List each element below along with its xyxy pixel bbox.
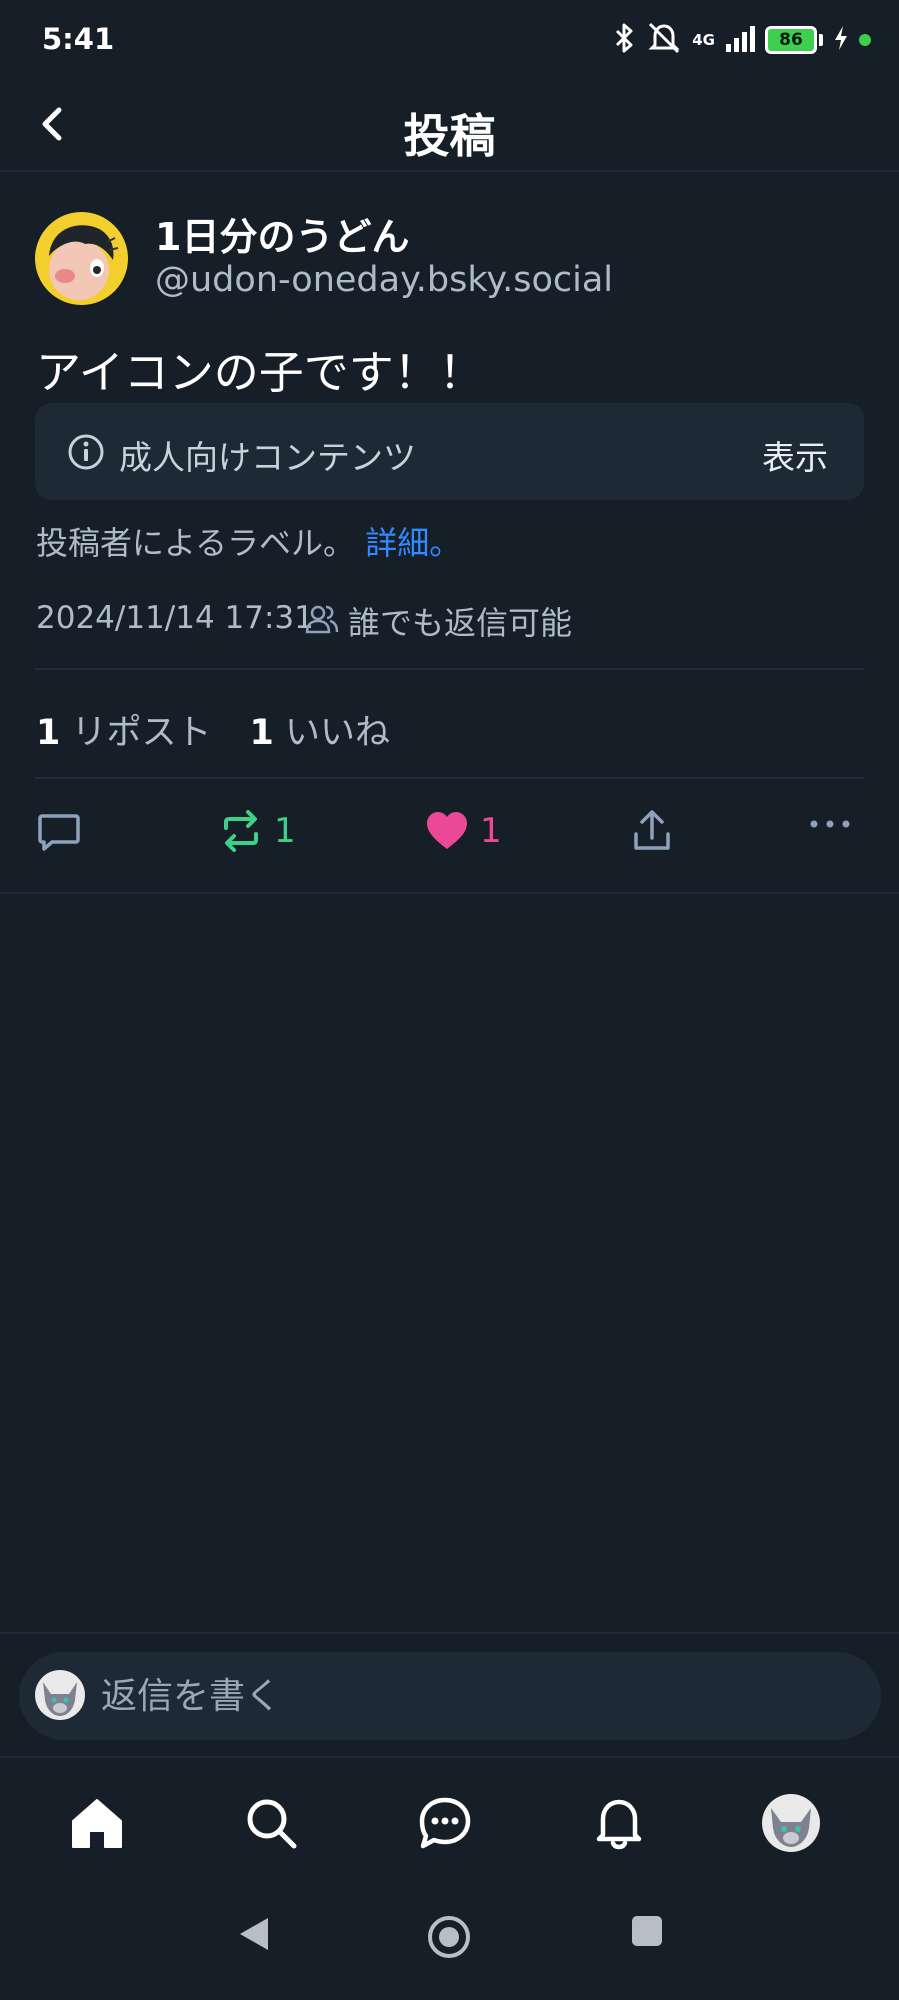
label-details-link[interactable]: 詳細。 (365, 524, 461, 562)
battery-indicator: 86 (765, 26, 817, 54)
repost-action-count: 1 (274, 811, 296, 851)
current-user-avatar (35, 1670, 85, 1720)
system-home-button[interactable] (426, 1914, 472, 1964)
chat-icon (419, 1797, 471, 1849)
author-display-name[interactable]: 1日分のうどん (155, 206, 409, 261)
repost-count: 1 (36, 713, 61, 753)
divider (0, 892, 899, 894)
share-icon (634, 810, 670, 850)
repost-count-label: リポスト (71, 713, 212, 753)
profile-avatar (762, 1794, 820, 1852)
system-recents-button[interactable] (630, 1914, 664, 1952)
engagement-counts: 1 リポスト 1 いいね (36, 704, 390, 755)
header: 投稿 (0, 80, 899, 172)
divider (35, 777, 864, 779)
post-timestamp: 2024/11/14 17:31 (36, 600, 314, 636)
square-recents-icon (632, 1916, 662, 1946)
system-nav-bar (0, 1878, 899, 2000)
triangle-back-icon (240, 1918, 268, 1950)
label-note-text: 投稿者によるラベル。 (36, 524, 356, 562)
author-handle[interactable]: @udon-oneday.bsky.social (155, 260, 613, 300)
nav-home[interactable] (62, 1788, 132, 1858)
nav-profile[interactable] (756, 1788, 826, 1858)
repost-icon (224, 810, 258, 852)
search-icon (247, 1799, 297, 1849)
like-count-label: いいね (285, 713, 391, 753)
bottom-nav (0, 1758, 899, 1878)
heart-icon (427, 812, 467, 849)
muted-bell-icon (646, 21, 682, 59)
status-bar: 5:41 4G 86 (0, 0, 899, 80)
nav-search[interactable] (236, 1788, 306, 1858)
like-count: 1 (249, 713, 274, 753)
author-avatar[interactable] (35, 212, 128, 305)
divider (35, 668, 864, 670)
privacy-dot (859, 34, 871, 46)
home-icon (72, 1799, 122, 1848)
reply-icon (38, 814, 80, 851)
label-note: 投稿者によるラベル。 詳細。 (36, 518, 461, 564)
status-time: 5:41 (42, 22, 115, 56)
bell-icon (596, 1799, 642, 1850)
post-text: アイコンの子です！！ (36, 346, 484, 399)
content-warning[interactable]: 成人向けコンテンツ 表示 (35, 403, 864, 500)
show-content-button[interactable]: 表示 (762, 431, 828, 479)
circle-home-icon (428, 1916, 470, 1958)
page-title: 投稿 (403, 109, 496, 163)
like-action-count: 1 (480, 811, 502, 851)
system-back-button[interactable] (236, 1914, 272, 1958)
charging-icon (833, 25, 849, 55)
signal-icon (725, 24, 755, 56)
reply-setting[interactable]: 誰でも返信可能 (348, 598, 572, 644)
divider (0, 1632, 899, 1634)
repost-count-link[interactable]: 1 リポスト (36, 704, 212, 755)
people-icon (305, 602, 339, 640)
like-button[interactable]: 1 (424, 808, 502, 854)
share-button[interactable] (630, 808, 674, 854)
reply-composer[interactable] (19, 1652, 881, 1740)
status-icons: 4G 86 (614, 22, 871, 58)
nav-notifications[interactable] (584, 1788, 654, 1858)
more-icon (810, 820, 850, 828)
battery-tip (819, 34, 823, 46)
info-icon (67, 433, 105, 475)
more-options-button[interactable] (808, 814, 852, 834)
network-type: 4G (692, 31, 715, 49)
nav-chat[interactable] (410, 1788, 480, 1858)
like-count-link[interactable]: 1 いいね (250, 704, 391, 755)
reply-button[interactable] (36, 808, 82, 854)
repost-button[interactable]: 1 (218, 808, 296, 854)
reply-input[interactable] (101, 1666, 841, 1726)
bluetooth-icon (614, 22, 636, 58)
content-warning-label: 成人向けコンテンツ (119, 438, 416, 477)
